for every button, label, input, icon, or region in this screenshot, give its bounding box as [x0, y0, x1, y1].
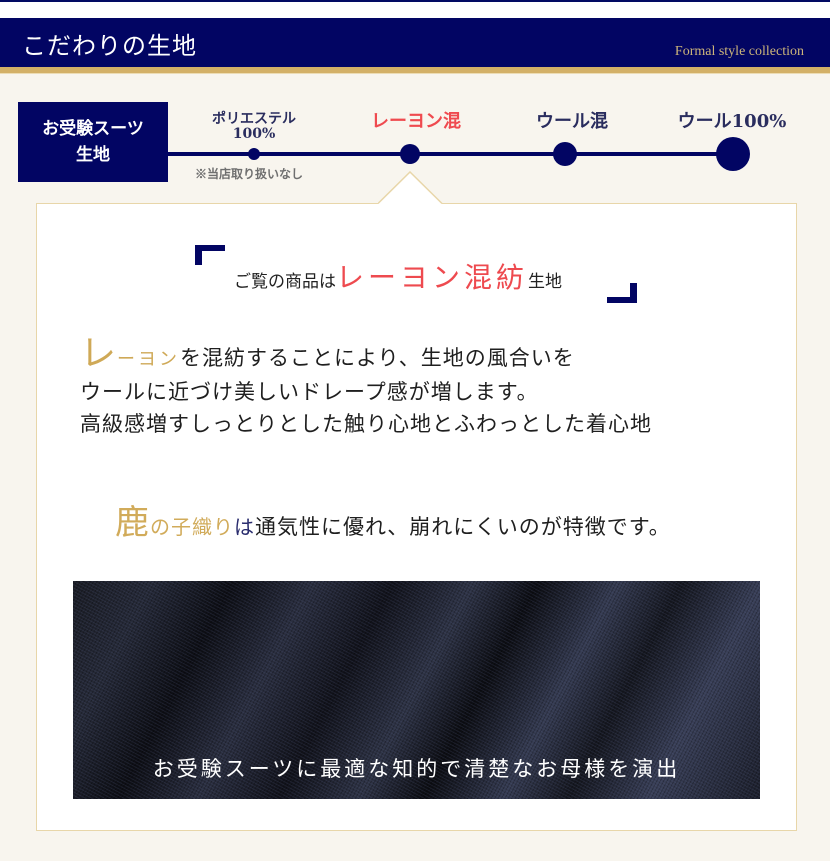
product-fabric-headline: ご覧の商品はレーヨン混紡生地 — [234, 256, 562, 296]
fabric-description: レーヨンを混紡することにより、生地の風合いを ウールに近づけ美しいドレープ感が増… — [80, 336, 652, 440]
feature-gold-word: の子織り — [150, 515, 234, 539]
description-line-2: ウールに近づけ美しいドレープ感が増します。 — [80, 380, 539, 404]
fabric-photo: お受験スーツに最適な知的で清楚なお母様を演出 — [73, 581, 760, 799]
polyester-label-line2: 100% — [232, 126, 276, 142]
timeline-dot-polyester — [248, 148, 260, 160]
polyester-label-line1: ポリエステル — [212, 111, 296, 127]
category-label-line1: お受験スーツ — [42, 119, 144, 139]
timeline-label-polyester: ポリエステル 100% — [212, 112, 296, 142]
timeline-label-wool-blend: ウール混 — [536, 111, 608, 132]
gold-divider-highlight — [0, 73, 830, 74]
headline-fabric-type: レーヨン混紡 — [336, 261, 529, 294]
feature-particle: は — [234, 515, 255, 539]
timeline-label-rayon-blend: レーヨン混 — [371, 111, 461, 132]
feature-gold-initial: 鹿 — [115, 503, 150, 543]
description-gold-word: ーヨン — [117, 349, 181, 370]
bracket-open-icon — [195, 245, 225, 265]
panel-pointer-tail — [378, 171, 443, 205]
timeline-dot-rayon-blend — [400, 144, 420, 164]
feature-text: 通気性に優れ、崩れにくいのが特徴です。 — [255, 515, 671, 539]
category-box: お受験スーツ 生地 — [18, 102, 168, 182]
top-spacer — [0, 2, 830, 18]
section-header: こだわりの生地 Formal style collection — [0, 18, 830, 67]
description-line-3: 高級感増すしっとりとした触り心地とふわっとした着心地 — [80, 412, 652, 436]
description-line-1: レーヨンを混紡することにより、生地の風合いを — [80, 336, 652, 376]
bracket-close-icon — [607, 283, 637, 303]
headline-prefix: ご覧の商品は — [234, 272, 336, 292]
fabric-photo-caption: お受験スーツに最適な知的で清楚なお母様を演出 — [152, 757, 681, 781]
description-line-1-text: を混紡することにより、生地の風合いを — [180, 346, 575, 370]
headline-suffix: 生地 — [528, 272, 563, 292]
category-label-line2: 生地 — [76, 145, 110, 165]
weave-feature: 鹿の子織りは通気性に優れ、崩れにくいのが特徴です。 — [115, 495, 671, 544]
polyester-not-handled-note: ※当店取り扱いなし — [195, 167, 304, 181]
timeline-dot-wool-blend — [553, 142, 577, 166]
description-gold-initial: レ — [80, 333, 118, 374]
collection-subtitle: Formal style collection — [674, 44, 804, 59]
timeline-dot-wool-100 — [716, 137, 750, 171]
timeline-label-wool-100: ウール100% — [677, 111, 787, 132]
section-title: こだわりの生地 — [22, 32, 197, 60]
